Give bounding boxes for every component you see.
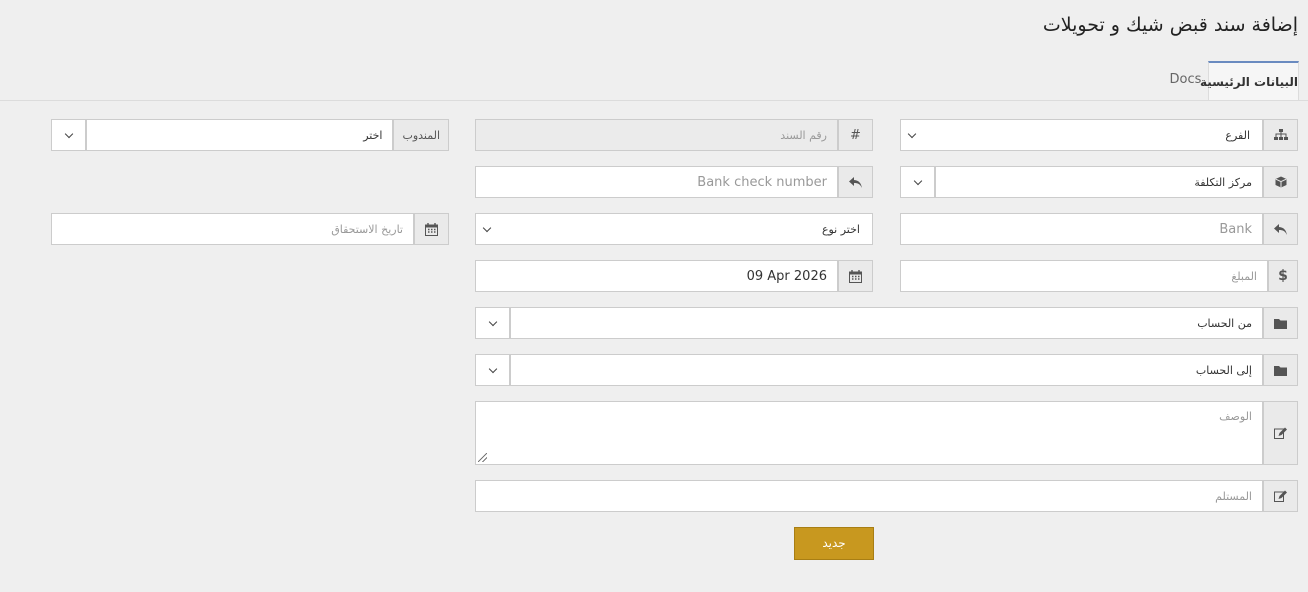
due-date-group: تاريخ الاستحقاق [51, 213, 449, 245]
folder-icon [1263, 307, 1298, 339]
calendar-icon[interactable] [414, 213, 449, 245]
due-date-input[interactable]: تاريخ الاستحقاق [51, 213, 414, 245]
cube-icon [1263, 166, 1298, 198]
resize-handle[interactable] [478, 453, 487, 462]
new-button[interactable]: جديد [794, 527, 874, 560]
dollar-icon: $ [1268, 260, 1298, 292]
recipient-input[interactable]: المستلم [475, 480, 1263, 512]
edit-icon [1263, 480, 1298, 512]
chevron-down-icon [907, 129, 917, 138]
calendar-icon[interactable] [838, 260, 873, 292]
delegate-dropdown-toggle[interactable] [51, 119, 86, 151]
bank-check-number-group: Bank check number [475, 166, 873, 198]
chevron-down-icon [482, 223, 492, 232]
page-title: إضافة سند قبض شيك و تحويلات [1042, 14, 1298, 36]
tabs-divider [0, 100, 1308, 101]
cost-center-dropdown-toggle[interactable] [900, 166, 935, 198]
cost-center-select[interactable]: مركز التكلفة [935, 166, 1263, 198]
description-placeholder: الوصف [1219, 410, 1252, 423]
chevron-down-icon [913, 176, 922, 185]
date-group: 09 Apr 2026 [475, 260, 873, 292]
to-account-dropdown-toggle[interactable] [475, 354, 510, 386]
type-select[interactable]: اختر نوع [475, 213, 873, 245]
type-value: اختر نوع [821, 222, 860, 236]
folder-icon [1263, 354, 1298, 386]
branch-group: الفرع [900, 119, 1298, 151]
reply-icon [838, 166, 873, 198]
chevron-down-icon [488, 317, 497, 326]
delegate-group: اختر المندوب [51, 119, 449, 151]
to-account-group: إلى الحساب [475, 354, 1298, 386]
branch-select[interactable]: الفرع [900, 119, 1263, 151]
description-textarea[interactable]: الوصف [475, 401, 1263, 465]
from-account-select[interactable]: من الحساب [510, 307, 1263, 339]
amount-group: المبلغ $ [900, 260, 1298, 292]
bank-check-number-input[interactable]: Bank check number [475, 166, 838, 198]
hash-addon: # [838, 119, 873, 151]
description-group: الوصف [475, 401, 1298, 465]
recipient-group: المستلم [475, 480, 1298, 512]
from-account-group: من الحساب [475, 307, 1298, 339]
tab-docs[interactable]: Docs [1163, 61, 1208, 101]
cost-center-group: مركز التكلفة [900, 166, 1298, 198]
reply-icon [1263, 213, 1298, 245]
delegate-label: المندوب [393, 119, 449, 151]
type-group: اختر نوع [475, 213, 873, 245]
sitemap-icon [1263, 119, 1298, 151]
chevron-down-icon [488, 364, 497, 373]
delegate-select[interactable]: اختر [86, 119, 394, 151]
voucher-number-input[interactable]: رقم السند [475, 119, 838, 151]
page: إضافة سند قبض شيك و تحويلات البيانات الر… [0, 0, 1308, 592]
voucher-number-group: رقم السند # [475, 119, 873, 151]
date-input[interactable]: 09 Apr 2026 [475, 260, 838, 292]
edit-icon [1263, 401, 1298, 465]
bank-group: Bank [900, 213, 1298, 245]
amount-input[interactable]: المبلغ [900, 260, 1268, 292]
bank-input[interactable]: Bank [900, 213, 1263, 245]
from-account-dropdown-toggle[interactable] [475, 307, 510, 339]
chevron-down-icon [64, 129, 73, 138]
tab-main-data[interactable]: البيانات الرئيسية [1200, 61, 1299, 101]
branch-value: الفرع [1225, 128, 1250, 142]
to-account-select[interactable]: إلى الحساب [510, 354, 1263, 386]
